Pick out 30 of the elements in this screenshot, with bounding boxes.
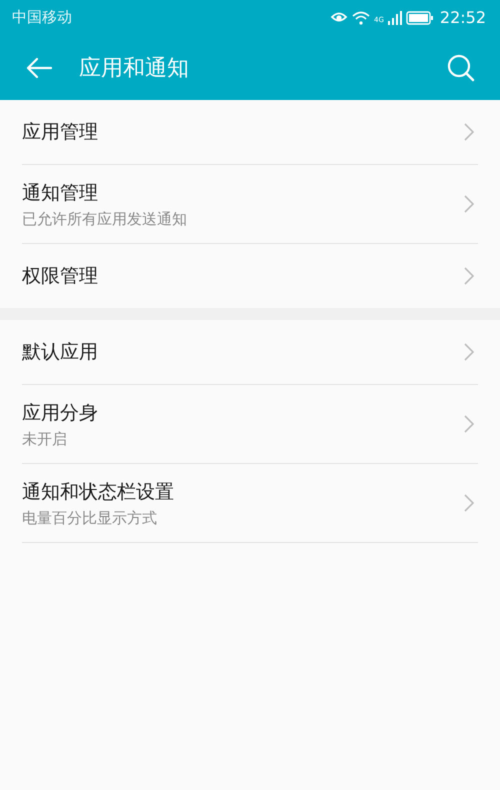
clock-time: 22:52 (440, 8, 486, 27)
wifi-icon (352, 10, 370, 24)
item-title: 通知和状态栏设置 (22, 480, 174, 504)
chevron-icon (464, 267, 474, 285)
settings-item[interactable]: 应用分身 未开启 (22, 385, 478, 464)
chevron-icon (464, 415, 474, 433)
chevron-icon (464, 343, 474, 361)
settings-item[interactable]: 通知管理 已允许所有应用发送通知 (22, 165, 478, 244)
item-title: 通知管理 (22, 180, 99, 206)
settings-item[interactable]: 权限管理 (22, 244, 478, 308)
chevron-icon (464, 195, 474, 213)
item-title: 权限管理 (22, 264, 98, 289)
item-title: 默认应用 (22, 340, 98, 365)
back-arrow-icon[interactable] (25, 56, 53, 80)
settings-item[interactable]: 默认应用 (22, 320, 478, 385)
chevron-icon (464, 123, 474, 141)
item-subtitle: 未开启 (22, 430, 68, 448)
signal-icon (388, 10, 402, 24)
battery-icon (406, 10, 434, 24)
search-icon[interactable] (447, 54, 475, 82)
page-title: 应用和通知 (79, 54, 190, 82)
item-subtitle: 已允许所有应用发送通知 (22, 210, 187, 228)
carrier-name: 中国移动 (12, 8, 72, 27)
chevron-icon (464, 494, 474, 512)
item-title: 应用管理 (22, 120, 98, 145)
settings-item[interactable]: 应用管理 (22, 100, 478, 165)
eye-icon (330, 10, 348, 24)
item-subtitle: 电量百分比显示方式 (22, 508, 158, 528)
item-title: 应用分身 (22, 400, 98, 426)
settings-item[interactable]: 通知和状态栏设置 电量百分比显示方式 (22, 464, 478, 543)
